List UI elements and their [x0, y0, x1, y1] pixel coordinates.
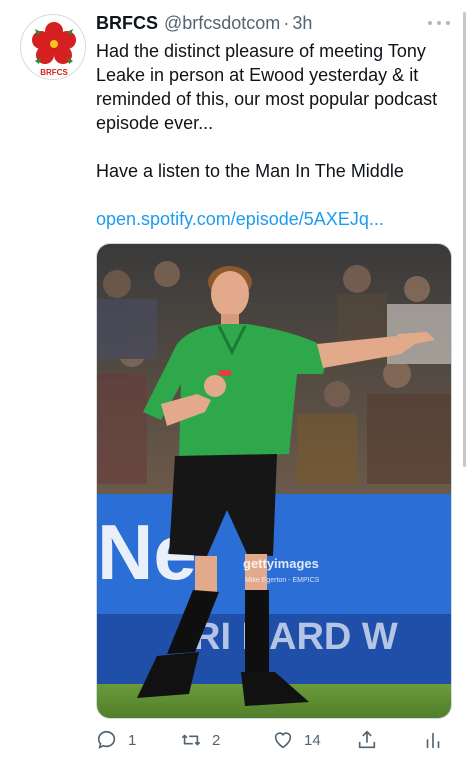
- like-button[interactable]: 14: [272, 726, 321, 754]
- tweet-text: Had the distinct pleasure of meeting Ton…: [96, 39, 456, 231]
- reply-button[interactable]: 1: [96, 726, 136, 754]
- scrollbar[interactable]: [463, 12, 466, 467]
- reply-count: 1: [128, 731, 137, 749]
- share-icon: [358, 730, 376, 749]
- tweet-paragraph: Have a listen to the Man In The Middle: [96, 161, 404, 181]
- watermark-brand: gettyimages: [243, 556, 319, 571]
- analytics-icon: [426, 732, 440, 749]
- avatar-text: BRFCS: [40, 68, 68, 77]
- red-rose-logo-icon: BRFCS: [22, 16, 85, 79]
- avatar[interactable]: BRFCS: [20, 14, 86, 80]
- timestamp[interactable]: 3h: [292, 13, 312, 34]
- action-bar: 1 2 14: [96, 726, 456, 754]
- banner-text-lower: RI HARD W: [193, 616, 398, 658]
- user-handle[interactable]: @brfcsdotcom: [164, 13, 280, 34]
- retweet-icon: [181, 734, 201, 746]
- share-button[interactable]: [356, 726, 378, 754]
- more-options-icon[interactable]: [428, 17, 450, 29]
- tweet-link[interactable]: open.spotify.com/episode/5AXEJq...: [96, 207, 456, 231]
- retweet-button[interactable]: 2: [180, 726, 220, 754]
- display-name[interactable]: BRFCS: [96, 13, 158, 34]
- analytics-button[interactable]: [422, 726, 444, 754]
- watermark-credit: Mike Egerton - EMPICS: [245, 577, 320, 584]
- tweet-paragraph: Had the distinct pleasure of meeting Ton…: [96, 41, 438, 133]
- retweet-count: 2: [212, 731, 221, 749]
- separator-dot: ·: [283, 13, 290, 33]
- like-count: 14: [304, 731, 321, 749]
- reply-icon: [97, 730, 116, 749]
- referee-photo: Ne RI HARD W gettyimages Mike Egerton - …: [97, 244, 451, 718]
- tweet-photo[interactable]: Ne RI HARD W gettyimages Mike Egerton - …: [96, 243, 452, 719]
- heart-icon: [274, 732, 292, 749]
- tweet[interactable]: BRFCS BRFCS @brfcsdotcom · 3h Had the di…: [0, 0, 472, 767]
- tweet-header: BRFCS @brfcsdotcom · 3h: [96, 13, 312, 37]
